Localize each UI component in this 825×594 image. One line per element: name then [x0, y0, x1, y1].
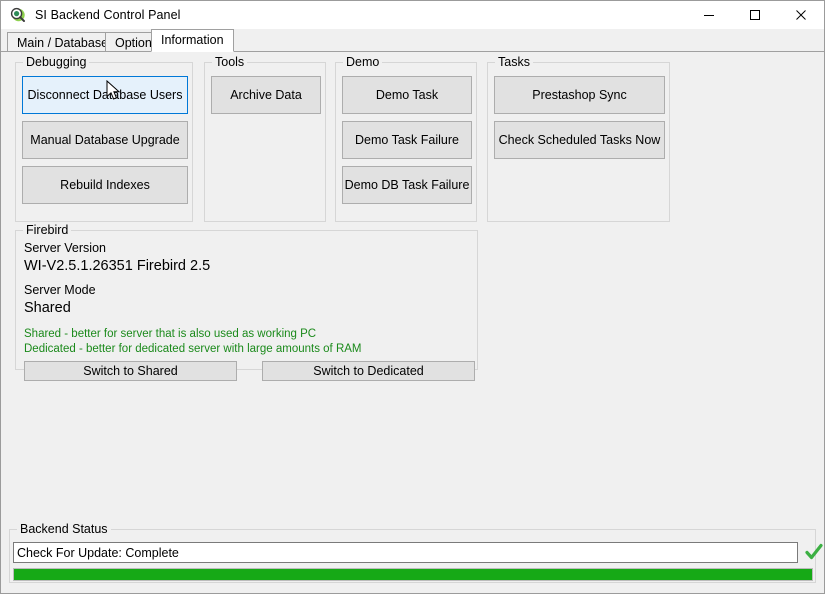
application-window: SI Backend Control Panel Main / Database… — [0, 0, 825, 594]
group-tasks: Tasks Prestashop Sync Check Scheduled Ta… — [487, 55, 670, 222]
group-tools-label: Tools — [212, 55, 248, 69]
group-demo-label: Demo — [343, 55, 383, 69]
server-version-caption: Server Version — [24, 241, 106, 255]
switch-to-shared-button[interactable]: Switch to Shared — [24, 361, 237, 381]
group-firebird-label: Firebird — [23, 223, 72, 237]
title-bar: SI Backend Control Panel — [1, 1, 824, 29]
firebird-hint-dedicated: Dedicated - better for dedicated server … — [24, 343, 362, 355]
prestashop-sync-button[interactable]: Prestashop Sync — [494, 76, 665, 114]
tab-page-information: Debugging Disconnect Database Users Manu… — [1, 52, 824, 593]
demo-task-failure-button[interactable]: Demo Task Failure — [342, 121, 472, 159]
manual-database-upgrade-button[interactable]: Manual Database Upgrade — [22, 121, 188, 159]
group-tasks-label: Tasks — [495, 55, 533, 69]
server-mode-value: Shared — [24, 300, 71, 316]
window-controls — [686, 1, 824, 29]
group-tools: Tools Archive Data — [204, 55, 326, 222]
group-debugging-label: Debugging — [23, 55, 90, 69]
app-icon — [9, 6, 27, 24]
archive-data-button[interactable]: Archive Data — [211, 76, 321, 114]
group-debugging: Debugging Disconnect Database Users Manu… — [15, 55, 193, 222]
disconnect-database-users-button[interactable]: Disconnect Database Users — [22, 76, 188, 114]
switch-to-dedicated-button[interactable]: Switch to Dedicated — [262, 361, 475, 381]
group-firebird: Firebird Server Version WI-V2.5.1.26351 … — [15, 223, 478, 381]
maximize-icon[interactable] — [732, 1, 778, 29]
rebuild-indexes-button[interactable]: Rebuild Indexes — [22, 166, 188, 204]
group-backend-status: Backend Status Check For Update: Complet… — [9, 522, 823, 583]
check-icon — [804, 542, 824, 562]
tab-information[interactable]: Information — [151, 29, 234, 52]
demo-db-task-failure-button[interactable]: Demo DB Task Failure — [342, 166, 472, 204]
progress-bar — [13, 568, 813, 581]
window-title: SI Backend Control Panel — [35, 8, 181, 22]
close-icon[interactable] — [778, 1, 824, 29]
check-scheduled-tasks-now-button[interactable]: Check Scheduled Tasks Now — [494, 121, 665, 159]
progress-bar-fill — [14, 569, 812, 580]
group-backend-status-label: Backend Status — [17, 522, 111, 536]
status-text-field[interactable]: Check For Update: Complete — [13, 542, 798, 563]
demo-task-button[interactable]: Demo Task — [342, 76, 472, 114]
server-mode-caption: Server Mode — [24, 283, 96, 297]
minimize-icon[interactable] — [686, 1, 732, 29]
firebird-hint-shared: Shared - better for server that is also … — [24, 328, 317, 340]
group-demo: Demo Demo Task Demo Task Failure Demo DB… — [335, 55, 477, 222]
tab-strip: Main / Databases Options Information — [1, 29, 824, 52]
server-version-value: WI-V2.5.1.26351 Firebird 2.5 — [24, 258, 211, 274]
